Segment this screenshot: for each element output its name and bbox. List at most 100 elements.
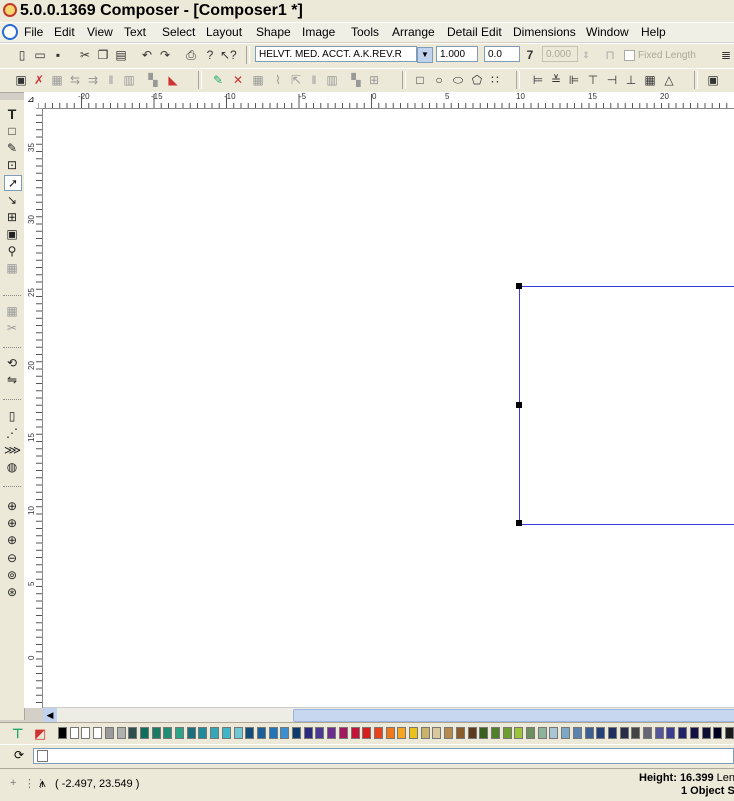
image-icon[interactable]: ▣	[13, 72, 29, 88]
bracket-icon[interactable]: ⊞	[366, 72, 382, 88]
menu-shape[interactable]: Shape	[256, 25, 291, 39]
color-swatch[interactable]	[724, 727, 734, 739]
color-swatch[interactable]	[654, 727, 664, 739]
weld-icon[interactable]: ▦	[49, 72, 65, 88]
align-right-icon[interactable]: ⊫	[566, 72, 582, 88]
color-swatch[interactable]	[58, 727, 67, 739]
color-swatch[interactable]	[444, 727, 454, 739]
node-edit-icon[interactable]: ↘	[4, 193, 20, 207]
color-swatch[interactable]	[385, 727, 395, 739]
menu-text[interactable]: Text	[124, 25, 146, 39]
weed-tool-icon[interactable]: ▦	[4, 304, 20, 318]
refresh-icon[interactable]: ⟳	[14, 748, 24, 762]
image-icon-2[interactable]: ▣	[705, 72, 721, 88]
merge-icon[interactable]: ⇉	[85, 72, 101, 88]
color-swatch[interactable]	[502, 727, 512, 739]
color-swatch[interactable]	[619, 727, 629, 739]
redo-icon[interactable]: ↷	[157, 47, 173, 63]
rectangle-icon[interactable]: □	[412, 72, 428, 88]
text-tool-icon[interactable]: T	[4, 107, 20, 121]
menu-detail-edit[interactable]: Detail Edit	[447, 25, 502, 39]
help-icon[interactable]: ?	[202, 47, 218, 63]
align-left-icon[interactable]: ⊨	[530, 72, 546, 88]
rotate-tool-icon[interactable]: ⟲	[4, 356, 20, 370]
color-swatch[interactable]	[713, 727, 723, 739]
color-swatch[interactable]	[572, 727, 582, 739]
menu-layout[interactable]: Layout	[206, 25, 242, 39]
align-middle-icon[interactable]: ⊣	[604, 72, 620, 88]
horizontal-ruler[interactable]: -20 -15 -10 -5 0 5 10 15 20	[38, 92, 734, 109]
pattern-icon[interactable]: ▦	[250, 72, 266, 88]
vertical-ruler[interactable]: 35 30 25 20 15 10 5 0	[24, 108, 43, 708]
eyedropper-icon[interactable]: ⚲	[4, 244, 20, 258]
fixed-length-icon[interactable]: ⊓	[602, 47, 618, 63]
color-swatch[interactable]	[432, 727, 442, 739]
mirror-icon[interactable]: ⇱	[288, 72, 304, 88]
node-tool-icon[interactable]: ⊡	[4, 158, 20, 172]
resize-handle-bottom-left[interactable]	[516, 520, 522, 526]
pen-icon[interactable]: ✎	[210, 72, 226, 88]
zoom-select-icon[interactable]: ⊕	[4, 516, 20, 530]
color-swatch[interactable]	[175, 727, 184, 739]
color-swatch[interactable]	[420, 727, 430, 739]
chevron-down-icon[interactable]: ▼	[417, 47, 433, 63]
color-swatch[interactable]	[643, 727, 652, 739]
menu-tools[interactable]: Tools	[351, 25, 379, 39]
print-icon[interactable]: ⎙	[183, 47, 199, 63]
app-icon[interactable]	[3, 3, 17, 17]
columns-icon[interactable]: ▥	[121, 72, 137, 88]
menu-dimensions[interactable]: Dimensions	[513, 25, 576, 39]
color-swatch[interactable]	[350, 727, 360, 739]
layer-icon[interactable]: ▚	[348, 72, 364, 88]
color-swatch[interactable]	[256, 727, 266, 739]
resize-handle-middle-left[interactable]	[516, 402, 522, 408]
align-bottom-icon[interactable]: ⊥	[623, 72, 639, 88]
color-swatch[interactable]	[526, 727, 535, 739]
document-icon[interactable]	[2, 24, 18, 40]
horizontal-scrollbar[interactable]: ◀	[43, 707, 734, 722]
paste-icon[interactable]: ▤	[113, 47, 129, 63]
color-swatch[interactable]	[81, 727, 91, 739]
color-swatch[interactable]	[678, 727, 688, 739]
color-swatch[interactable]	[116, 727, 126, 739]
remove-node-icon[interactable]: ✕	[230, 72, 246, 88]
zoom-all-icon[interactable]: ⊚	[4, 568, 20, 582]
scroll-thumb[interactable]	[293, 709, 734, 722]
menu-edit[interactable]: Edit	[54, 25, 75, 39]
color-swatch[interactable]	[666, 727, 676, 739]
slant-input[interactable]: 0.0	[484, 46, 520, 62]
split-icon[interactable]: ⇆	[67, 72, 83, 88]
menu-help[interactable]: Help	[641, 25, 666, 39]
nodes-icon[interactable]: ǁ	[103, 72, 119, 88]
fill-tool-icon[interactable]: ⊤	[12, 726, 23, 742]
color-swatch[interactable]	[128, 727, 138, 739]
spacing-input[interactable]: 0.000	[542, 46, 578, 62]
color-swatch[interactable]	[245, 727, 255, 739]
mirror-tool-icon[interactable]: ⇋	[4, 373, 20, 387]
color-swatch[interactable]	[315, 727, 325, 739]
bars-icon[interactable]: ▥	[324, 72, 340, 88]
zoom-page-icon[interactable]: ⊛	[4, 585, 20, 599]
align-icon[interactable]: ≣	[718, 47, 734, 63]
color-picker-icon[interactable]: ◩	[34, 726, 46, 742]
align-page-icon[interactable]: ▦	[642, 72, 658, 88]
color-swatch[interactable]	[561, 727, 571, 739]
color-swatch[interactable]	[479, 727, 489, 739]
zoom-fit-icon[interactable]: ⊕	[4, 533, 20, 547]
dotted-tool-icon[interactable]: ⋰	[4, 426, 20, 440]
new-file-icon[interactable]: ▯	[14, 47, 30, 63]
rectangle-tool-icon[interactable]: □	[4, 124, 20, 138]
color-swatch[interactable]	[292, 727, 301, 739]
color-swatch[interactable]	[338, 727, 348, 739]
color-swatch[interactable]	[210, 727, 220, 739]
color-swatch[interactable]	[280, 727, 290, 739]
selected-rectangle[interactable]	[516, 283, 734, 526]
zoom-in-icon[interactable]: ⊕	[4, 499, 20, 513]
color-swatch[interactable]	[373, 727, 383, 739]
color-swatch[interactable]	[151, 727, 161, 739]
color-swatch[interactable]	[104, 727, 114, 739]
group-icon[interactable]: ▚	[145, 72, 161, 88]
color-swatch[interactable]	[607, 727, 617, 739]
color-swatch[interactable]	[268, 727, 278, 739]
crop-tool-icon[interactable]: ⊞	[4, 210, 20, 224]
